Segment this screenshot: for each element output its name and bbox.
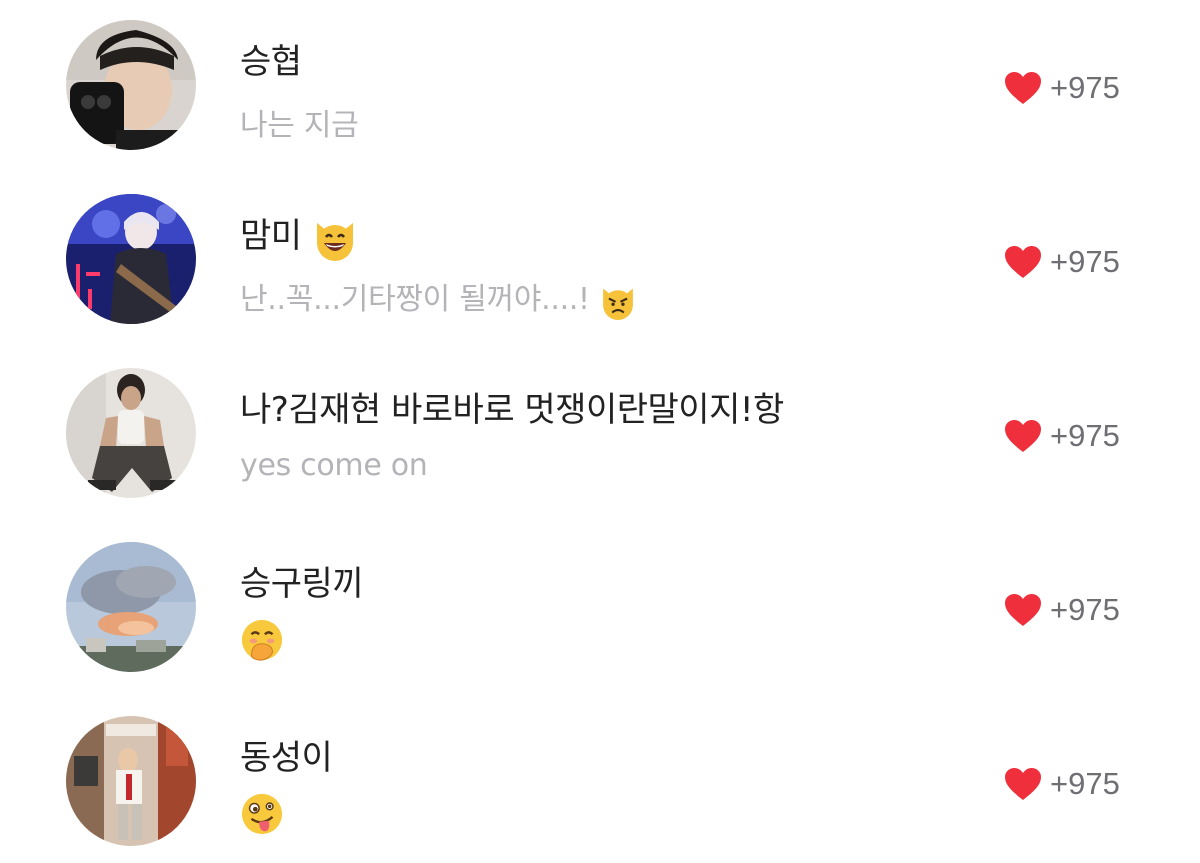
like-button[interactable]: +975: [1004, 244, 1120, 280]
comment-text: [240, 792, 284, 836]
like-count: +975: [1050, 766, 1120, 801]
comment-author[interactable]: 승협: [240, 34, 302, 83]
comment-text: 나는 지금: [240, 100, 359, 144]
like-button[interactable]: +975: [1004, 766, 1120, 802]
author-name: 승구링끼: [240, 564, 364, 604]
avatar[interactable]: [66, 20, 196, 150]
comment-row[interactable]: 나?김재현 바로바로 멋쟁이란말이지!항 yes come on +975: [0, 348, 1200, 522]
avatar[interactable]: [66, 368, 196, 498]
avatar-image: [66, 716, 196, 846]
author-name: 동성이: [240, 738, 333, 778]
avatar[interactable]: [66, 194, 196, 324]
comment-author[interactable]: 동성이: [240, 730, 333, 779]
author-name: 승협: [240, 42, 302, 82]
like-count: +975: [1050, 70, 1120, 105]
heart-icon: [1005, 420, 1041, 452]
zany-face-icon: [241, 793, 283, 835]
avatar-image: [66, 194, 196, 324]
like-count: +975: [1050, 418, 1120, 453]
comment-row[interactable]: 동성이 +975: [0, 696, 1200, 863]
like-button[interactable]: +975: [1004, 70, 1120, 106]
comment-author[interactable]: 나?김재현 바로바로 멋쟁이란말이지!항: [240, 382, 784, 431]
pouting-cat-icon: [603, 288, 633, 320]
like-button[interactable]: +975: [1004, 418, 1120, 454]
grinning-cat-icon: [316, 222, 353, 261]
heart-icon: [1005, 72, 1041, 104]
comment-body: 나는 지금: [240, 108, 359, 143]
heart-icon: [1005, 768, 1041, 800]
author-name: 나?김재현 바로바로 멋쟁이란말이지!항: [240, 390, 784, 430]
heart-icon: [1005, 246, 1041, 278]
comment-author[interactable]: 맘미: [240, 208, 358, 261]
avatar[interactable]: [66, 716, 196, 846]
comment-text: yes come on: [240, 448, 428, 483]
heart-icon: [1005, 594, 1041, 626]
avatar-image: [66, 368, 196, 498]
comment-body: yes come on: [240, 448, 428, 483]
avatar[interactable]: [66, 542, 196, 672]
like-count: +975: [1050, 244, 1120, 279]
face-hand-over-mouth-icon: [241, 619, 283, 661]
avatar-image: [66, 20, 196, 150]
comment-text: [240, 618, 284, 662]
author-name: 맘미: [240, 216, 302, 256]
comment-row[interactable]: 맘미 난..꼭...기타짱이 될꺼야....! +975: [0, 174, 1200, 348]
comment-row[interactable]: 승구링끼 +975: [0, 522, 1200, 696]
like-count: +975: [1050, 592, 1120, 627]
comment-list: 승협 나는 지금 +975 맘미 난..꼭...기타짱이 될꺼야....! +9…: [0, 0, 1200, 863]
comment-row[interactable]: 승협 나는 지금 +975: [0, 0, 1200, 174]
comment-author[interactable]: 승구링끼: [240, 556, 364, 605]
like-button[interactable]: +975: [1004, 592, 1120, 628]
comment-text: 난..꼭...기타짱이 될꺼야....!: [240, 274, 637, 320]
comment-body: 난..꼭...기타짱이 될꺼야....!: [240, 282, 590, 317]
avatar-image: [66, 542, 196, 672]
